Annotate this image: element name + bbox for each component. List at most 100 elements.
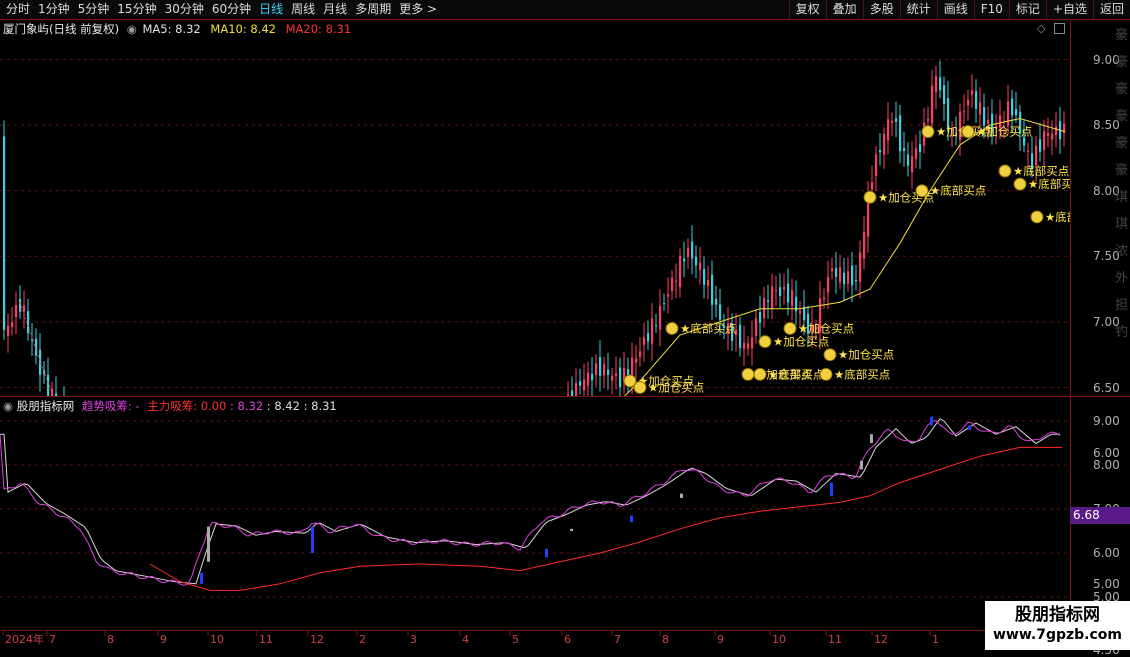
candle-body	[739, 324, 742, 349]
candle-body	[779, 287, 782, 296]
buy-signal-label: ★底部买点	[680, 321, 736, 335]
indicator-line-white	[0, 418, 1060, 585]
price-candlestick-chart[interactable]: ★底部买点★底部买点★底部买点★底部买点★加仓买点★底部买点★底部买点★加仓买点…	[0, 38, 1070, 396]
candle-body	[755, 318, 758, 336]
money-bag-icon	[863, 190, 877, 204]
candle-body	[791, 290, 794, 307]
candle-body	[771, 286, 774, 309]
candle-body	[915, 148, 918, 159]
candle-body	[931, 85, 934, 124]
indicator-value-1: : 8.32	[230, 399, 264, 413]
candle-body	[1039, 139, 1042, 152]
candle-body	[911, 156, 914, 173]
absorb-bar	[830, 482, 833, 496]
f10-button[interactable]: F10	[973, 0, 1009, 19]
candle-body	[603, 364, 606, 376]
tab-period-15min[interactable]: 15分钟	[113, 0, 160, 19]
mark-button[interactable]: 标记	[1008, 0, 1046, 19]
tab-period-5min[interactable]: 5分钟	[74, 0, 114, 19]
tab-period-1min[interactable]: 1分钟	[34, 0, 74, 19]
absorb-bar	[860, 460, 863, 470]
tab-period-monthly[interactable]: 月线	[319, 0, 351, 19]
indicator-value-3: : 8.31	[303, 399, 337, 413]
candle-body	[639, 351, 642, 357]
candle-body	[575, 383, 578, 396]
time-label: 9	[717, 633, 724, 646]
tab-period-multi[interactable]: 多周期	[351, 0, 395, 19]
tab-period-fenshi[interactable]: 分时	[2, 0, 34, 19]
candle-body	[679, 256, 682, 288]
candle-body	[15, 305, 18, 318]
time-label: 10	[210, 633, 224, 646]
current-value-badge: 6.68	[1070, 507, 1130, 524]
diamond-icon[interactable]: ◇	[1037, 22, 1045, 35]
tab-period-60min[interactable]: 60分钟	[208, 0, 255, 19]
buy-signal-label: ★底部买点	[834, 367, 890, 381]
buy-signal-label: ★底部买点	[768, 367, 824, 381]
tab-period-weekly[interactable]: 周线	[287, 0, 319, 19]
candle-body	[587, 372, 590, 386]
candle-body	[903, 148, 906, 151]
time-axis-labels: 2024年 7 8 9 10 11 12 2 3 4 5 6 7 8 9 10 11 12 1	[2, 630, 939, 646]
candle-body	[675, 280, 678, 282]
settings-circle-icon[interactable]: ◉	[127, 22, 137, 36]
candle-body	[839, 267, 842, 283]
time-label: 7	[49, 633, 56, 646]
candle-body	[39, 349, 42, 375]
money-bag-icon	[633, 381, 647, 394]
candle-body	[595, 363, 598, 376]
overlay-button[interactable]: 叠加	[825, 0, 863, 19]
candle-body	[927, 118, 930, 121]
main-absorb-label: 主力吸筹: 0.00	[147, 399, 227, 413]
money-bag-icon	[1013, 177, 1027, 191]
candle-body	[979, 102, 982, 115]
candle-body	[715, 298, 718, 305]
candle-body	[591, 373, 594, 381]
money-bag-icon	[823, 348, 837, 362]
multi-stock-button[interactable]: 多股	[862, 0, 900, 19]
tab-period-more[interactable]: 更多 >	[395, 0, 441, 19]
time-label: 2	[359, 633, 366, 646]
money-bag-icon	[741, 367, 755, 381]
settings-circle-icon[interactable]: ◉	[3, 399, 13, 413]
candle-body	[703, 268, 706, 285]
money-bag-icon	[758, 335, 772, 349]
add-watchlist-button[interactable]: +自选	[1045, 0, 1093, 19]
candle-body	[879, 150, 882, 153]
buy-signal-label: ★加仓买点	[648, 381, 704, 395]
tab-period-daily[interactable]: 日线	[255, 0, 287, 19]
candle-body	[711, 274, 714, 305]
candle-body	[891, 121, 894, 124]
draw-line-button[interactable]: 画线	[936, 0, 974, 19]
candle-body	[983, 107, 986, 126]
candle-body	[579, 381, 582, 386]
money-bag-icon	[915, 184, 929, 198]
candle-body	[971, 90, 974, 95]
candle-body	[1047, 133, 1050, 136]
back-button[interactable]: 返回	[1092, 0, 1130, 19]
candle-body	[847, 271, 850, 284]
candle-body	[759, 311, 762, 323]
candle-body	[655, 325, 658, 327]
time-label: 9	[160, 633, 167, 646]
indicator-line-magenta	[0, 420, 1061, 586]
candle-body	[11, 322, 14, 327]
statistics-button[interactable]: 统计	[899, 0, 937, 19]
candle-body	[1043, 131, 1046, 150]
candle-body	[935, 76, 938, 92]
candle-body	[1027, 150, 1030, 153]
indicator-tick-label: 8.00	[1093, 458, 1120, 472]
candle-body	[967, 99, 970, 106]
watermark-title: 股朋指标网	[1015, 605, 1100, 625]
indicator-name: 股朋指标网	[16, 399, 75, 413]
candle-body	[863, 231, 866, 259]
candle-body	[599, 357, 602, 376]
chart-tools: 复权 叠加 多股 统计 画线 F10 标记 +自选 返回	[788, 0, 1130, 19]
indicator-chart[interactable]	[0, 414, 1070, 630]
adjust-button[interactable]: 复权	[788, 0, 826, 19]
time-label: 5	[512, 633, 519, 646]
watermark-url: www.7gpzb.com	[992, 627, 1122, 643]
candle-body	[691, 241, 694, 259]
tab-period-30min[interactable]: 30分钟	[161, 0, 208, 19]
maximize-icon[interactable]	[1054, 23, 1065, 34]
